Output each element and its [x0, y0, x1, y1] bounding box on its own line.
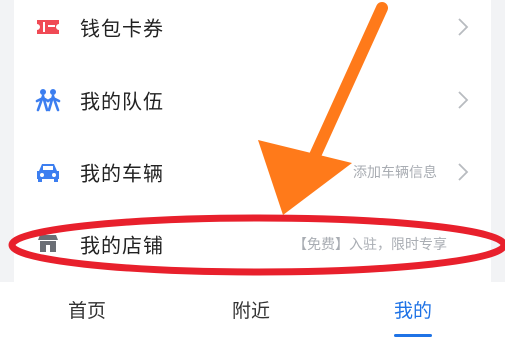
menu-item-wallet[interactable]: 钱包卡券 — [14, 0, 491, 63]
tab-mine[interactable]: 我的 — [394, 296, 432, 323]
ticket-icon — [37, 20, 59, 34]
store-icon — [38, 235, 58, 252]
chevron-right-icon — [458, 163, 469, 181]
menu-item-vehicle[interactable]: 我的车辆 添加车辆信息 — [14, 136, 491, 208]
car-icon — [37, 164, 59, 182]
tab-nearby[interactable]: 附近 — [232, 296, 270, 323]
bottom-tab-bar: 首页 附近 我的 — [0, 282, 505, 341]
chevron-right-icon — [458, 91, 469, 109]
menu-item-label: 我的店铺 — [80, 233, 164, 258]
menu-item-team[interactable]: 我的队伍 — [14, 64, 491, 136]
menu-item-label: 我的车辆 — [80, 161, 164, 186]
team-icon — [35, 89, 61, 112]
active-tab-indicator — [394, 334, 432, 337]
tab-home[interactable]: 首页 — [68, 296, 106, 323]
chevron-right-icon — [458, 18, 469, 36]
store-hint: 【免费】入驻，限时专享 — [293, 237, 447, 253]
menu-item-store[interactable]: 我的店铺 【免费】入驻，限时专享 — [14, 208, 491, 280]
menu-item-label: 钱包卡券 — [80, 16, 164, 41]
menu-item-label: 我的队伍 — [80, 89, 164, 114]
vehicle-hint: 添加车辆信息 — [353, 165, 437, 181]
